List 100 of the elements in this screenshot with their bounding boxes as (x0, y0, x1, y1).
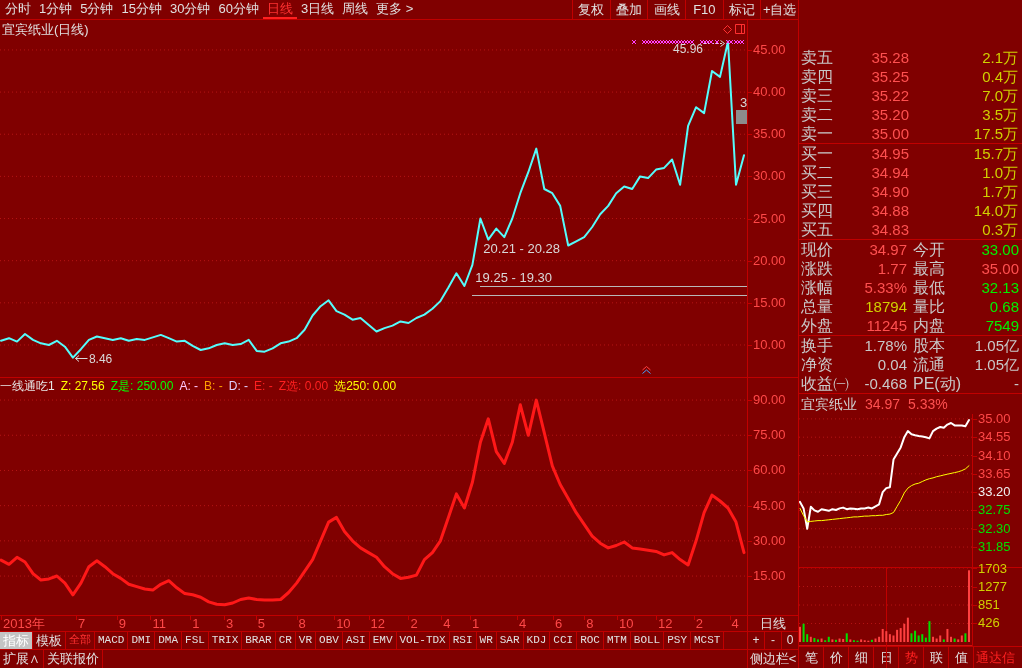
zoom-button[interactable]: 0 (781, 632, 798, 649)
indicator-tab[interactable]: TRIX (208, 632, 243, 649)
period-tab[interactable]: 30分钟 (165, 0, 215, 19)
order-label: 卖五 (801, 48, 834, 67)
period-tab[interactable]: 分时 (1, 0, 35, 19)
axis-label: 75.00 (753, 428, 786, 443)
order-price: 35.22 (870, 86, 909, 105)
period-label: 日线 (760, 616, 786, 631)
indicator-tab[interactable]: VR (295, 632, 317, 649)
period-tab[interactable]: 1分钟 (35, 0, 77, 19)
date-label: 4 (519, 616, 527, 631)
quote-label: 最低 (913, 278, 945, 297)
axis-label: 35.00 (978, 411, 1011, 426)
toolbar-button[interactable]: 画线 (647, 0, 685, 19)
side-tab[interactable]: 值 (949, 647, 974, 668)
quote-label: 最高 (913, 259, 945, 278)
indicator-tab[interactable]: FSL (182, 632, 209, 649)
indicator-tab[interactable]: SAR (496, 632, 524, 649)
quote-value: 1.77 (877, 259, 907, 278)
order-price: 34.83 (870, 220, 909, 239)
side-tab[interactable]: 细 (849, 647, 874, 668)
date-label: 8 (586, 616, 594, 631)
quote-value: 18794 (865, 297, 907, 316)
bottom-button[interactable]: 扩展∧ (0, 650, 44, 668)
sidebar-toggle[interactable]: 侧边栏< (748, 650, 798, 668)
order-price: 34.90 (870, 182, 909, 201)
toolbar-button[interactable]: F10 (685, 0, 723, 19)
brand-label: 通达信 (975, 649, 1015, 667)
quote-value: 1.05亿 (974, 336, 1019, 355)
axis-label: 15.00 (753, 569, 786, 584)
indicator-tab[interactable]: MCST (691, 632, 725, 649)
indicator-tab[interactable]: DMA (155, 632, 183, 649)
axis-label: 34.10 (978, 448, 1011, 463)
price-label: 19.25 - 19.30 (475, 270, 552, 284)
indicator-tab[interactable]: MTM (604, 632, 631, 649)
axis-label: 15.00 (753, 295, 786, 310)
axis-label: 90.00 (753, 393, 786, 408)
indicator-tab[interactable]: BRAR (242, 632, 276, 649)
zoom-button[interactable]: + (748, 632, 764, 649)
indicator-tab[interactable]: CCI (550, 632, 578, 649)
period-tab[interactable]: 5分钟 (76, 0, 118, 19)
double-chevron-icon (642, 366, 651, 374)
toolbar-button[interactable]: 标记 (722, 0, 761, 19)
period-tab[interactable]: 周线 (338, 0, 373, 19)
indicator-tab[interactable]: PSY (664, 632, 691, 649)
indicator-tab[interactable]: ASI (342, 632, 370, 649)
period-tab[interactable]: 15分钟 (117, 0, 166, 19)
legend-item: Z是: 250.00 (110, 379, 174, 393)
bottom-button[interactable]: 关联报价 (44, 650, 103, 668)
date-label: 11 (152, 616, 166, 631)
legend-item: 选250: 0.00 (334, 379, 397, 393)
order-label: 卖四 (801, 67, 834, 86)
axis-label: 25.00 (753, 211, 786, 226)
period-tab[interactable]: 60分钟 (214, 0, 263, 19)
order-volume: 15.7万 (972, 144, 1018, 163)
axis-label: 1277 (978, 579, 1007, 594)
date-label: 5 (257, 616, 266, 631)
indicator-tab[interactable]: ROC (577, 632, 604, 649)
date-label: 3 (225, 616, 234, 631)
quote-label: 收益㈠ (801, 374, 849, 393)
indicator-tab[interactable]: RSI (449, 632, 477, 649)
indicator-tab[interactable]: BOLL (630, 632, 665, 649)
order-volume: 14.0万 (972, 201, 1018, 220)
quote-value: - (1014, 374, 1019, 393)
side-tab[interactable]: 联 (924, 647, 949, 668)
period-tab[interactable]: 3日线 (296, 0, 339, 19)
mode-tab[interactable]: 模板 (33, 632, 66, 649)
zoom-button[interactable]: - (764, 632, 781, 649)
side-tab[interactable]: 笔 (799, 647, 824, 668)
legend-item: Z选: 0.00 (278, 379, 329, 393)
indicator-tab[interactable]: DMI (128, 632, 156, 649)
order-volume: 1.7万 (981, 182, 1018, 201)
indicator-tab[interactable]: CR (275, 632, 296, 649)
order-label: 买二 (801, 163, 834, 182)
indicator-tab[interactable]: KDJ (523, 632, 551, 649)
toolbar-button[interactable]: +自选 (760, 0, 799, 19)
quote-label: 今开 (913, 240, 945, 259)
quote-value: 11245 (866, 316, 907, 335)
indicator-tab[interactable]: MACD (95, 632, 129, 649)
order-label: 卖一 (801, 124, 834, 143)
order-volume: 2.1万 (981, 48, 1018, 67)
period-tab[interactable]: 更多 > (372, 0, 418, 19)
quote-label: 涨跌 (801, 259, 833, 278)
indicator-tab[interactable]: OBV (316, 632, 343, 649)
indicator-tab[interactable]: EMV (369, 632, 397, 649)
order-price: 34.88 (870, 201, 909, 220)
side-tab[interactable]: 价 (824, 647, 849, 668)
axis-label: 32.75 (978, 503, 1011, 518)
date-label: 8 (298, 616, 306, 631)
quote-value: 7549 (985, 316, 1019, 335)
indicator-tab[interactable]: VOL-TDX (396, 632, 450, 649)
date-label: 12 (370, 616, 385, 631)
axis-label: 45.00 (753, 42, 786, 57)
date-label: 1 (192, 616, 200, 631)
toolbar-button[interactable]: 复权 (572, 0, 610, 19)
order-label: 买四 (801, 201, 834, 220)
toolbar-button[interactable]: 叠加 (609, 0, 648, 19)
order-label: 卖三 (801, 86, 834, 105)
indicator-tab[interactable]: WR (476, 632, 497, 649)
quote-value: 35.00 (981, 259, 1019, 278)
